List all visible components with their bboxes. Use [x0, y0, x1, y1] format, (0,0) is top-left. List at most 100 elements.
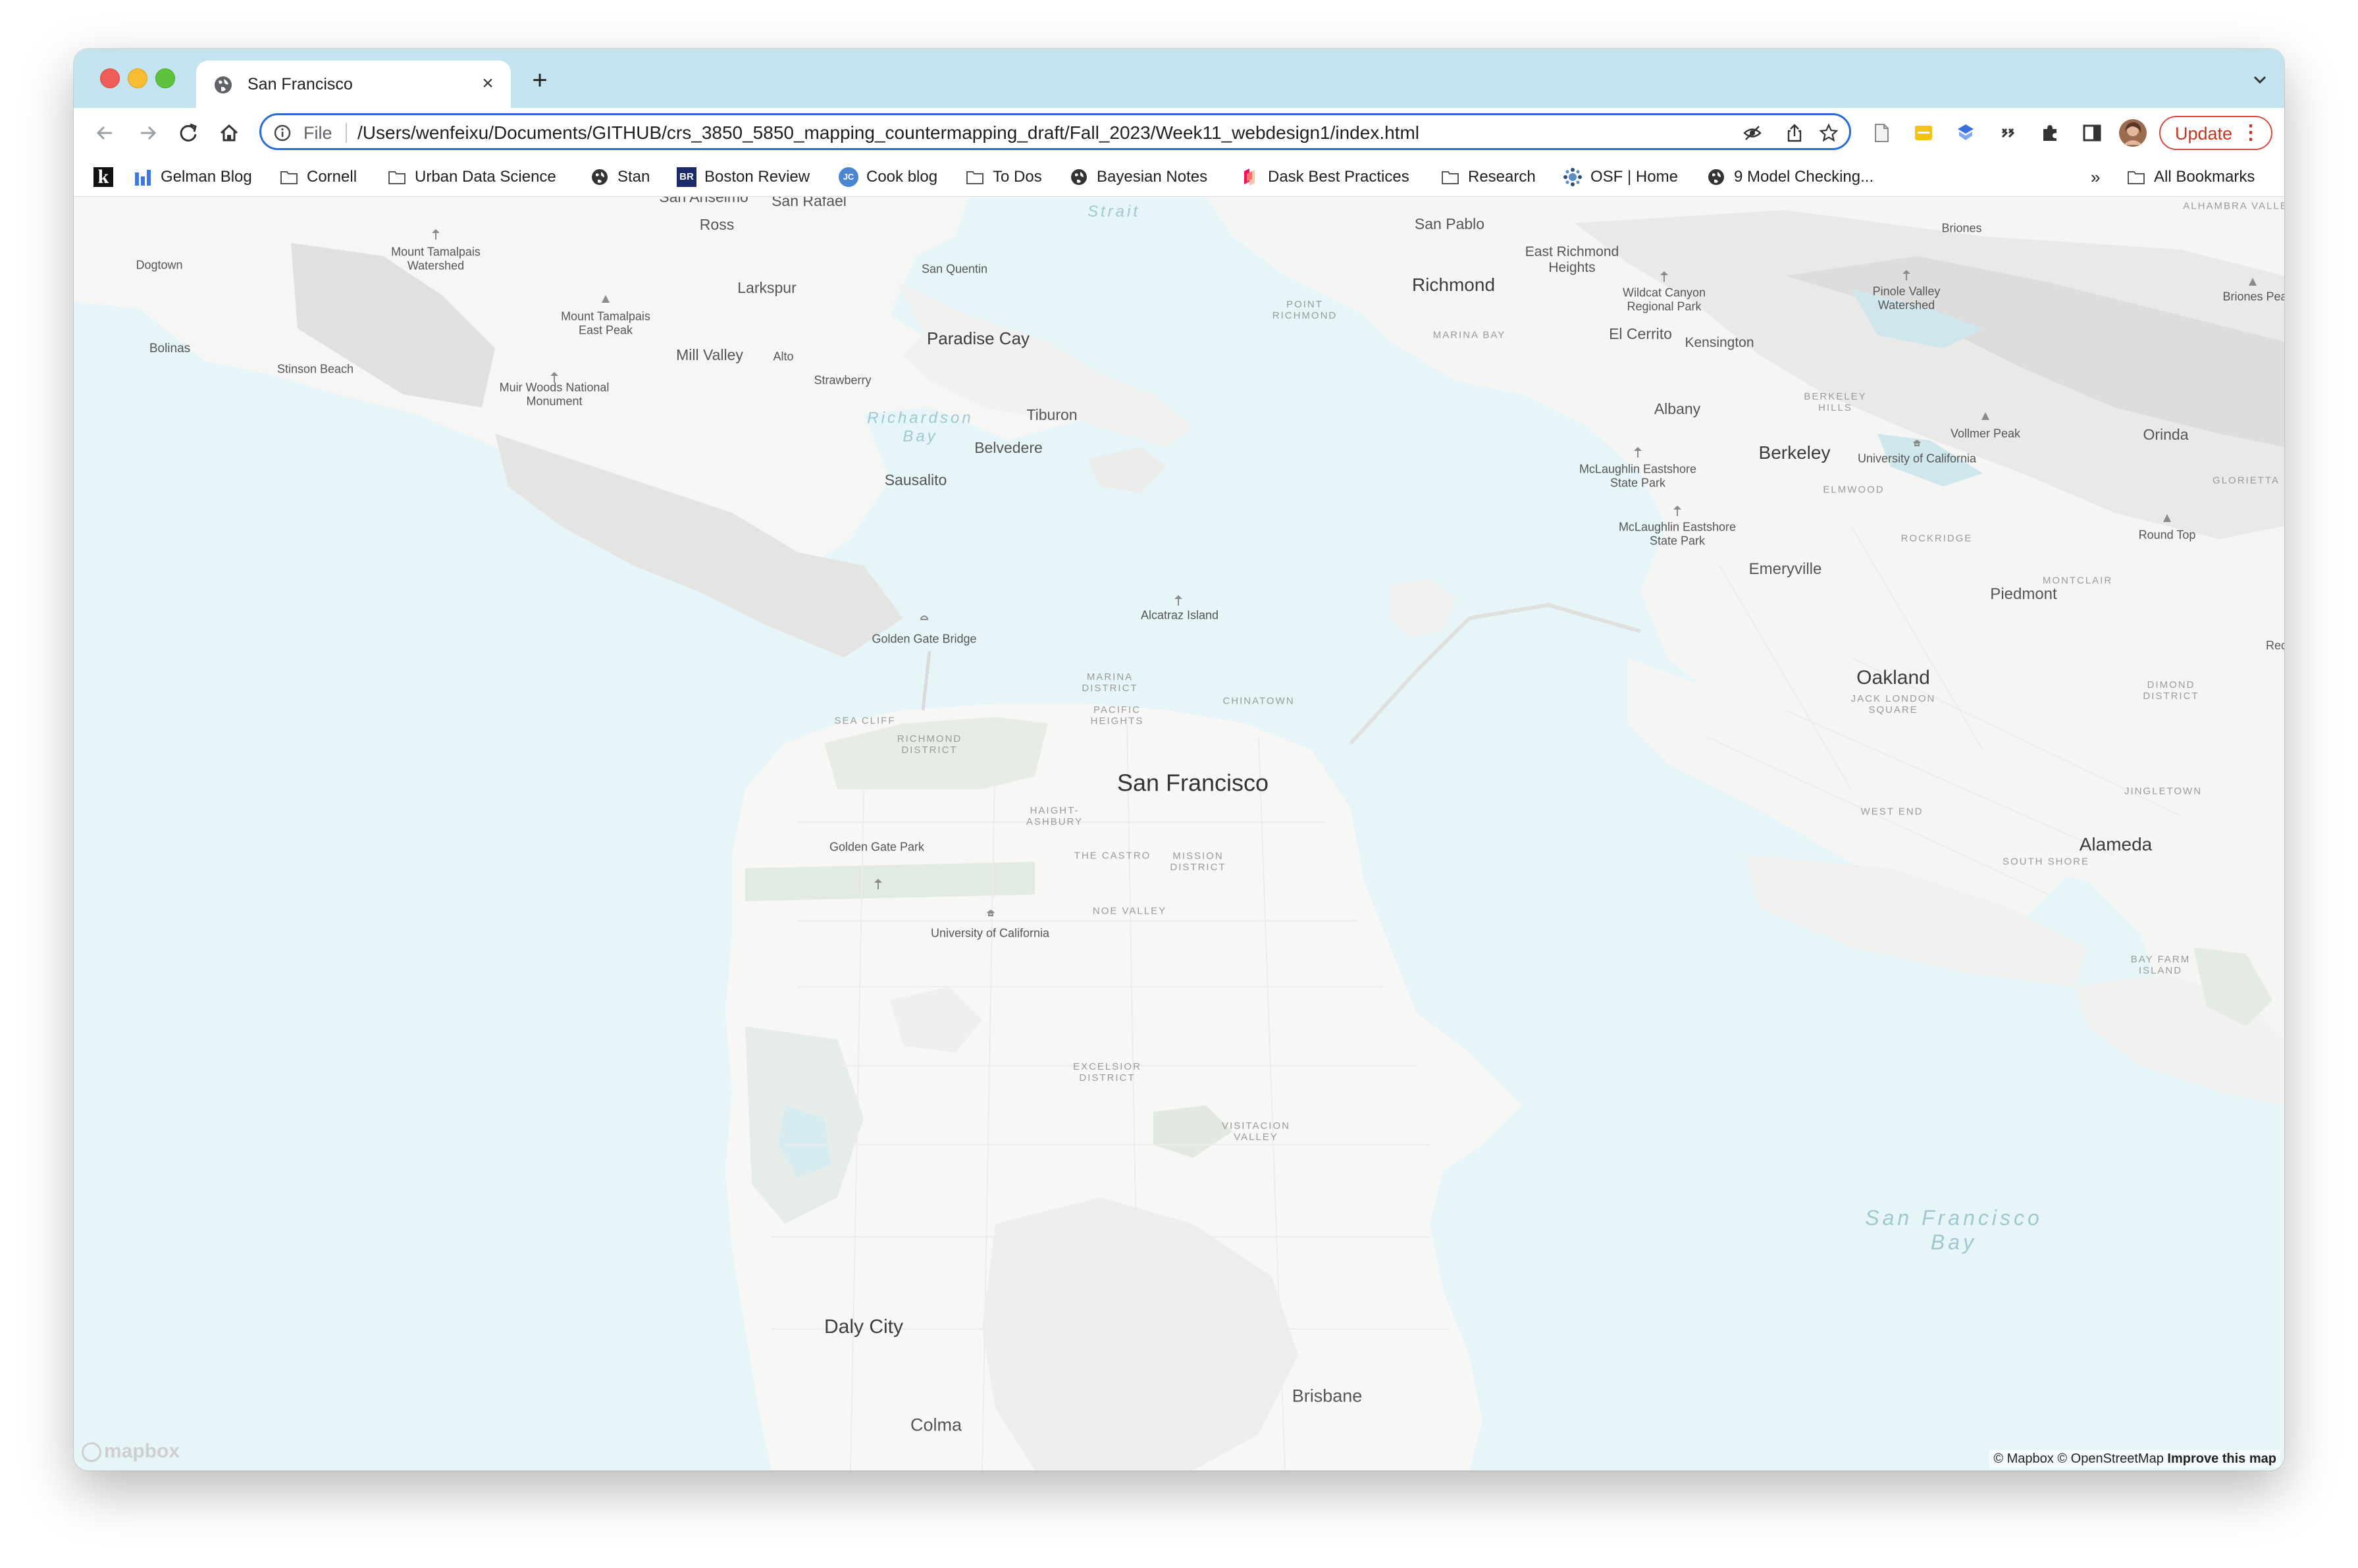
map-label: Albany — [1654, 400, 1701, 417]
map-label: El Cerrito — [1609, 325, 1672, 342]
university-pin-icon — [1913, 440, 1921, 446]
tab-strip: San Francisco × + — [74, 49, 2284, 108]
jc-logo-icon: JC — [839, 167, 858, 187]
district-label: CHINATOWN — [1222, 695, 1295, 707]
attribution-osm-link[interactable]: © OpenStreetMap — [2057, 1451, 2163, 1466]
bookmark-dask-best-practices[interactable]: Dask Best Practices — [1240, 167, 1409, 188]
district-label: PACIFIC HEIGHTS — [1090, 704, 1144, 727]
park-pin-icon — [874, 879, 882, 889]
map-label: Briones — [1941, 221, 1982, 235]
bookmarks-bar: k Gelman Blog Cornell Urban Data Science… — [74, 158, 2284, 197]
home-icon[interactable] — [215, 118, 244, 147]
district-label: BERKELEY HILLS — [1804, 390, 1867, 413]
map-label: Round Top — [2138, 528, 2196, 542]
notes-extension-icon[interactable] — [1913, 122, 1934, 144]
park-pin-icon — [1174, 595, 1182, 606]
map-label: San Anselmo — [659, 197, 748, 205]
map-label: San Quentin — [921, 262, 988, 276]
sidebar-icon[interactable] — [2082, 122, 2103, 144]
chevron-down-icon[interactable] — [2250, 70, 2270, 90]
k-logo-icon: k — [93, 167, 113, 187]
minimize-window-button[interactable] — [128, 68, 147, 88]
map-label: Golden Gate Bridge — [872, 632, 977, 646]
zoom-window-button[interactable] — [155, 68, 175, 88]
map-label: Alcatraz Island — [1140, 608, 1219, 622]
district-label: SOUTH SHORE — [2002, 856, 2090, 868]
bookmark-urban-data-science[interactable]: Urban Data Science — [387, 167, 556, 188]
avatar[interactable] — [2118, 118, 2147, 147]
bar-chart-icon — [135, 170, 151, 186]
district-label: JACK LONDON SQUARE — [1850, 693, 1936, 716]
improve-map-link[interactable]: Improve this map — [2167, 1451, 2276, 1466]
map-canvas[interactable]: San Anselmo San Rafael Strait San Pablo … — [74, 197, 2284, 1471]
map-label: Belvedere — [974, 438, 1043, 456]
share-icon[interactable] — [1785, 123, 1804, 143]
district-label: ELMWOOD — [1823, 484, 1885, 496]
url-text[interactable]: /Users/wenfeixu/Documents/GITHUB/crs_385… — [357, 122, 1419, 144]
bridge-pin-icon — [920, 615, 928, 620]
map-label: San Rafael — [772, 197, 847, 209]
bookmark-bayesian-notes[interactable]: Bayesian Notes — [1069, 167, 1207, 188]
district-label: THE CASTRO — [1074, 850, 1151, 862]
globe-icon — [1708, 169, 1724, 185]
eye-slash-icon[interactable] — [1742, 123, 1762, 143]
close-tab-icon[interactable]: × — [477, 72, 499, 95]
star-icon[interactable] — [1819, 123, 1839, 143]
folder-icon — [2128, 171, 2145, 184]
puzzle-icon[interactable] — [2039, 122, 2060, 144]
menu-dots-icon: ⋮ — [2241, 122, 2261, 144]
mapbox-logo[interactable]: mapbox — [82, 1440, 180, 1463]
address-bar[interactable]: File /Users/wenfeixu/Documents/GITHUB/cr… — [259, 113, 1851, 150]
info-icon[interactable] — [273, 124, 292, 142]
globe-icon — [592, 169, 608, 185]
park-pin-icon — [1660, 271, 1668, 282]
district-label: HAIGHT-ASHBURY — [1026, 804, 1084, 827]
tab-san-francisco[interactable]: San Francisco × — [196, 61, 511, 108]
update-button[interactable]: Update ⋮ — [2159, 116, 2272, 150]
folder-icon — [388, 171, 406, 184]
map-label: University of California — [930, 926, 1050, 940]
bookmark-cornell[interactable]: Cornell — [279, 167, 357, 188]
divider — [346, 123, 347, 143]
folder-icon — [280, 171, 298, 184]
map-label: Golden Gate Park — [829, 840, 925, 854]
map-label: Alameda — [2079, 833, 2153, 854]
map-label: Kensington — [1685, 334, 1754, 350]
close-window-button[interactable] — [100, 68, 120, 88]
new-tab-button[interactable]: + — [525, 67, 554, 96]
attribution-mapbox-link[interactable]: © Mapbox — [1993, 1451, 2053, 1466]
bookmark-cook-blog[interactable]: JC Cook blog — [839, 167, 937, 188]
back-arrow-icon[interactable] — [91, 118, 120, 147]
district-label: JINGLETOWN — [2124, 785, 2203, 797]
tab-title: San Francisco — [248, 75, 353, 93]
bookmark-osf-home[interactable]: OSF | Home — [1563, 167, 1678, 188]
map-label: Wildcat Canyon Regional Park — [1622, 286, 1706, 313]
asterisk-extension-icon[interactable] — [1997, 122, 2018, 144]
bookmark-gelman-blog[interactable]: Gelman Blog — [133, 167, 252, 188]
bookmarks-overflow-button[interactable]: » — [2091, 167, 2100, 188]
park-pin-icon — [1902, 270, 1910, 280]
map-label: Stinson Beach — [276, 362, 354, 376]
map-label: Richmond — [1411, 274, 1496, 295]
bookmark-k[interactable]: k — [93, 167, 121, 188]
forward-arrow-icon[interactable] — [133, 118, 162, 147]
bookmark-to-dos[interactable]: To Dos — [965, 167, 1042, 188]
bookmark-model-checking[interactable]: 9 Model Checking... — [1706, 167, 1873, 188]
document-extension-icon[interactable] — [1871, 122, 1892, 144]
scheme-label: File — [303, 123, 332, 143]
map-label: Ross — [699, 215, 735, 233]
map-label: Paradise Cay — [926, 328, 1030, 349]
map-label: Mount Tamalpais East Peak — [561, 309, 650, 336]
reload-icon[interactable] — [174, 118, 203, 147]
bookmark-stan[interactable]: Stan — [590, 167, 650, 188]
map-label: Larkspur — [737, 278, 797, 296]
map-label: Brisbane — [1292, 1386, 1363, 1406]
browser-window: San Francisco × + File /Users/wenfeixu/D… — [74, 49, 2284, 1471]
district-label: MISSION DISTRICT — [1170, 850, 1226, 873]
shield-extension-icon[interactable] — [1955, 122, 1976, 144]
bookmark-research[interactable]: Research — [1440, 167, 1536, 188]
map-label: Colma — [910, 1415, 962, 1435]
all-bookmarks-button[interactable]: All Bookmarks — [2126, 167, 2255, 188]
bookmark-boston-review[interactable]: BR Boston Review — [677, 167, 810, 188]
mapbox-circle-icon — [82, 1442, 101, 1463]
